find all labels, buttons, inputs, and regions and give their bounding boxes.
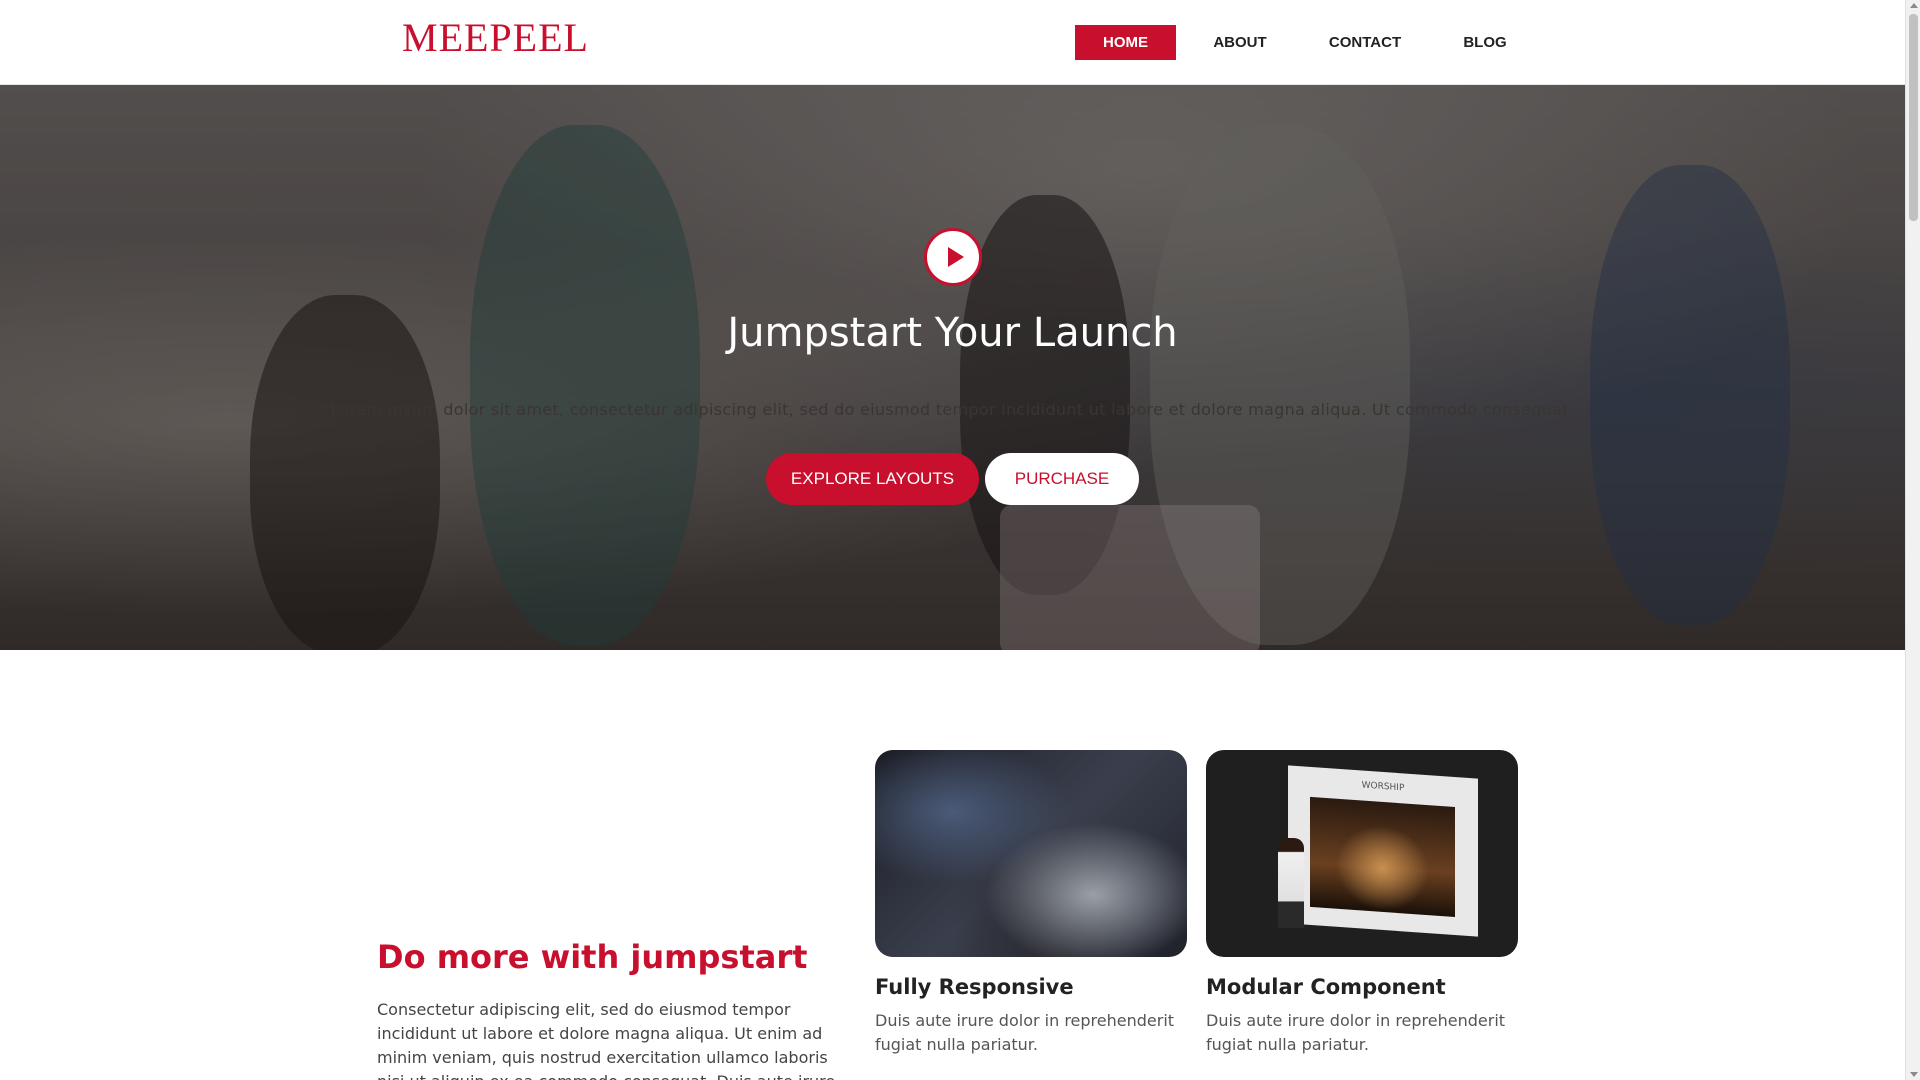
features-title: Do more with jumpstart	[377, 938, 808, 976]
nav-blog[interactable]: BLOG	[1459, 25, 1511, 60]
hero-overlay	[0, 85, 1905, 650]
play-video-button[interactable]	[924, 228, 982, 286]
nav-contact[interactable]: CONTACT	[1327, 25, 1403, 60]
site-header: MEEPEEL HOME ABOUT CONTACT BLOG	[0, 0, 1905, 85]
scroll-up-icon[interactable]	[1910, 3, 1918, 8]
explore-layouts-button[interactable]: EXPLORE LAYOUTS	[766, 453, 979, 505]
hero-title: Jumpstart Your Launch	[727, 310, 1178, 356]
scroll-down-icon[interactable]	[1910, 1072, 1918, 1077]
purchase-button[interactable]: PURCHASE	[985, 453, 1139, 505]
nav-home[interactable]: HOME	[1075, 25, 1176, 60]
feature-card-title: Modular Component	[1206, 975, 1446, 999]
nav-about[interactable]: ABOUT	[1211, 25, 1269, 60]
projector-screen: WORSHIP	[1288, 765, 1478, 937]
feature-card-text: Duis aute irure dolor in reprehenderit f…	[1206, 1011, 1506, 1054]
feature-image-presentation: WORSHIP	[1206, 750, 1518, 957]
play-icon	[947, 247, 964, 267]
scrollbar-thumb[interactable]	[1909, 14, 1918, 221]
feature-card-text: Duis aute irure dolor in reprehenderit f…	[875, 1011, 1175, 1054]
feature-card-title: Fully Responsive	[875, 975, 1074, 999]
feature-image-audience	[875, 750, 1187, 957]
screen-label: WORSHIP	[1361, 780, 1405, 794]
page-scrollbar[interactable]	[1905, 0, 1920, 1080]
features-description: Consectetur adipiscing elit, sed do eius…	[377, 1000, 835, 1080]
feature-card-responsive: Fully Responsive Duis aute irure dolor i…	[875, 750, 1187, 1057]
main-nav: HOME ABOUT CONTACT BLOG	[1075, 25, 1511, 60]
hero-description: Lorem ipsum dolor sit amet, consectetur …	[330, 400, 1575, 419]
feature-card-modular: WORSHIP Modular Component Duis aute irur…	[1206, 750, 1518, 1057]
site-logo[interactable]: MEEPEEL	[402, 14, 589, 61]
speaker-figure	[1278, 838, 1304, 928]
screen-image	[1310, 796, 1455, 918]
hero-section: Jumpstart Your Launch Lorem ipsum dolor …	[0, 85, 1905, 650]
